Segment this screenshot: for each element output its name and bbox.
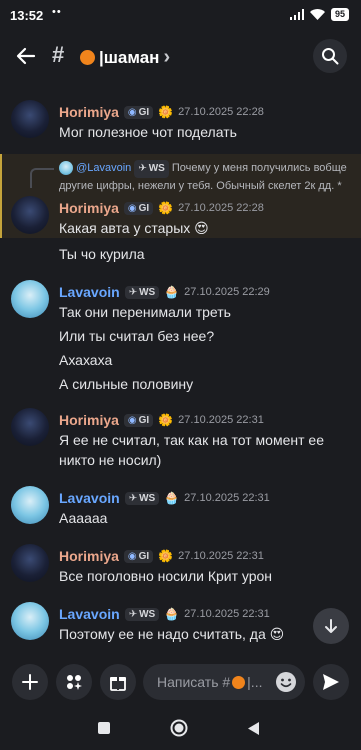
message-composer: Написать # |... bbox=[0, 656, 361, 708]
message-text: Ты чо курила bbox=[59, 246, 145, 262]
tag-icon: ✈ bbox=[128, 286, 138, 298]
nav-square-icon[interactable] bbox=[98, 722, 110, 734]
clan-tag: ◉ GI bbox=[123, 105, 154, 119]
role-icon: 🌼 bbox=[158, 105, 174, 119]
author-name[interactable]: Horimiya bbox=[59, 412, 119, 428]
role-icon: 🧁 bbox=[164, 607, 180, 621]
reply-preview[interactable]: @Lavavoin ✈ WS Почему у меня получились в… bbox=[59, 160, 349, 194]
clan-tag: ✈ WS bbox=[124, 285, 160, 299]
message-text: Все поголовно носили Крит урон bbox=[59, 568, 273, 584]
notification-dots: •• bbox=[52, 6, 62, 18]
signal-icon bbox=[289, 9, 304, 20]
message-input[interactable]: Написать # |... bbox=[143, 664, 305, 700]
clan-tag: ✈ WS bbox=[124, 491, 160, 505]
message-text: А сильные половину bbox=[59, 376, 194, 392]
timestamp: 27.10.2025 22:29 bbox=[184, 286, 270, 298]
avatar[interactable] bbox=[11, 486, 49, 524]
nav-back-icon[interactable] bbox=[248, 722, 260, 735]
gift-icon bbox=[110, 677, 126, 691]
message-text: Я ее не считал, так как на тот момент ее… bbox=[59, 432, 324, 468]
clan-tag: ◉ GI bbox=[123, 413, 154, 427]
role-icon: 🧁 bbox=[164, 285, 180, 299]
role-icon: 🌼 bbox=[158, 413, 174, 427]
arrow-down-icon bbox=[325, 619, 337, 633]
clan-tag: ◉ GI bbox=[123, 549, 154, 563]
search-button[interactable] bbox=[313, 39, 347, 73]
author-name[interactable]: Horimiya bbox=[59, 104, 119, 120]
message-text: Или ты считал без нее? bbox=[59, 328, 215, 344]
orange-circle-icon bbox=[80, 50, 95, 65]
channel-hash-icon: # bbox=[52, 42, 65, 67]
avatar[interactable] bbox=[11, 100, 49, 138]
apps-icon bbox=[67, 675, 82, 690]
input-placeholder: Написать # |... bbox=[157, 674, 263, 690]
message-text: Аааааа bbox=[59, 510, 108, 526]
battery-icon: 95 bbox=[330, 8, 349, 21]
status-time: 13:52 bbox=[10, 8, 44, 23]
timestamp: 27.10.2025 22:28 bbox=[178, 106, 264, 118]
gift-button[interactable] bbox=[100, 664, 136, 700]
role-icon: 🌼 bbox=[158, 549, 174, 563]
reply-avatar bbox=[59, 161, 73, 176]
avatar[interactable] bbox=[11, 196, 49, 234]
channel-title[interactable]: |шаман › bbox=[80, 46, 170, 69]
timestamp: 27.10.2025 22:31 bbox=[184, 608, 270, 620]
timestamp: 27.10.2025 22:31 bbox=[178, 414, 264, 426]
message-text: Так они перенимали треть bbox=[59, 304, 231, 320]
role-icon: 🧁 bbox=[164, 491, 180, 505]
timestamp: 27.10.2025 22:31 bbox=[178, 550, 264, 562]
apps-button[interactable] bbox=[56, 664, 92, 700]
emoji-icon[interactable] bbox=[275, 671, 297, 693]
plus-icon bbox=[22, 674, 38, 690]
emoji-icon: 😍 bbox=[269, 626, 285, 642]
message-text: Какая авта у старых 😍 bbox=[59, 220, 209, 236]
avatar[interactable] bbox=[11, 602, 49, 640]
message-text: Ахахаха bbox=[59, 352, 113, 368]
orange-circle-icon bbox=[232, 675, 246, 689]
message-text: Мог полезное чот поделать bbox=[59, 124, 237, 140]
author-name[interactable]: Horimiya bbox=[59, 548, 119, 564]
add-button[interactable] bbox=[12, 664, 48, 700]
wifi-icon bbox=[309, 9, 325, 20]
timestamp: 27.10.2025 22:31 bbox=[184, 492, 270, 504]
clan-tag: ✈ WS bbox=[124, 607, 160, 621]
chevron-right-icon: › bbox=[163, 46, 171, 68]
send-button[interactable] bbox=[313, 664, 349, 700]
system-nav-bar bbox=[0, 710, 361, 750]
status-bar: 13:52 •• 95 bbox=[0, 0, 361, 30]
tag-icon: ✈ bbox=[128, 492, 138, 504]
tag-icon: ✈ bbox=[138, 163, 147, 174]
tag-icon: ✈ bbox=[128, 608, 138, 620]
scroll-to-bottom-button[interactable] bbox=[313, 608, 349, 644]
channel-name: |шаман bbox=[99, 47, 160, 67]
message-text: Поэтому ее не надо считать, да 😍 bbox=[59, 626, 285, 642]
author-name[interactable]: Lavavoin bbox=[59, 606, 120, 622]
role-icon: 🌼 bbox=[158, 201, 174, 215]
channel-header: # |шаман › bbox=[0, 32, 361, 82]
tag-icon: ◉ bbox=[127, 202, 137, 214]
author-name[interactable]: Lavavoin bbox=[59, 284, 120, 300]
tag-icon: ◉ bbox=[127, 414, 137, 426]
reply-author: @Lavavoin bbox=[76, 162, 132, 174]
author-name[interactable]: Lavavoin bbox=[59, 490, 120, 506]
tag-icon: ◉ bbox=[127, 550, 137, 562]
emoji-icon: 😍 bbox=[194, 220, 209, 236]
send-icon bbox=[323, 674, 339, 690]
avatar[interactable] bbox=[11, 280, 49, 318]
status-icons: 95 bbox=[289, 8, 349, 21]
reply-tag: ✈ WS bbox=[134, 160, 169, 178]
message-list[interactable]: Horimiya ◉ GI 🌼 27.10.2025 22:28 Мог поле… bbox=[0, 90, 361, 650]
avatar[interactable] bbox=[11, 408, 49, 446]
reply-connector bbox=[30, 168, 54, 188]
tag-icon: ◉ bbox=[127, 106, 137, 118]
timestamp: 27.10.2025 22:28 bbox=[178, 202, 264, 214]
clan-tag: ◉ GI bbox=[123, 201, 154, 215]
arrow-left-icon[interactable] bbox=[14, 44, 38, 68]
author-name[interactable]: Horimiya bbox=[59, 200, 119, 216]
avatar[interactable] bbox=[11, 544, 49, 582]
search-icon bbox=[322, 48, 339, 65]
nav-circle-icon[interactable] bbox=[170, 719, 188, 737]
